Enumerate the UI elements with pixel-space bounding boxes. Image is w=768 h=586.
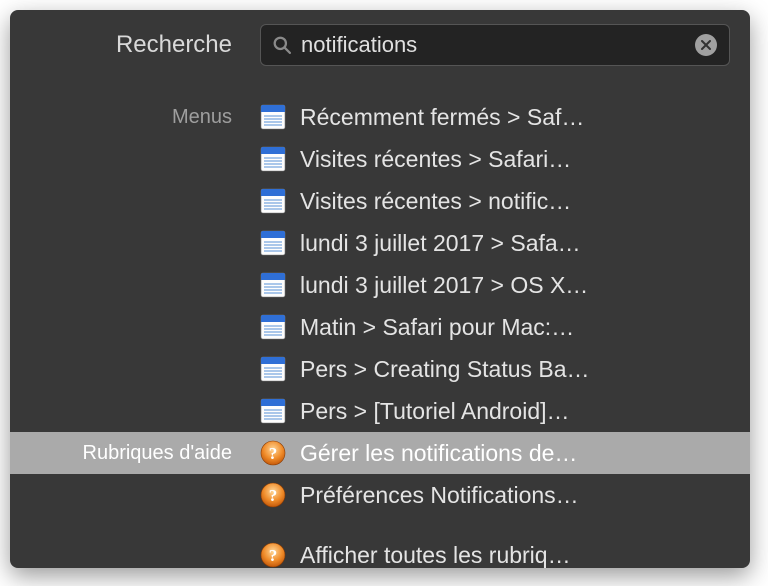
svg-text:?: ? bbox=[269, 546, 278, 565]
show-all-label: Afficher toutes les rubriq… bbox=[300, 542, 571, 569]
show-all-help-row[interactable]: ? Afficher toutes les rubriq… bbox=[10, 534, 750, 568]
bookmark-icon bbox=[260, 398, 286, 424]
search-input[interactable] bbox=[301, 32, 685, 58]
menu-result-label: lundi 3 juillet 2017 > OS X… bbox=[300, 272, 588, 299]
menu-result-label: Pers > Creating Status Ba… bbox=[300, 356, 590, 383]
bookmark-icon bbox=[260, 272, 286, 298]
help-result-row[interactable]: ? Préférences Notifications… bbox=[10, 474, 750, 516]
menu-result-row[interactable]: Menus Récemment fermés > Saf… bbox=[10, 96, 750, 138]
help-result-row[interactable]: Rubriques d'aide? Gérer les notifications… bbox=[10, 432, 750, 474]
menu-result-label: Récemment fermés > Saf… bbox=[300, 104, 584, 131]
menu-result-row[interactable]: Pers > Creating Status Ba… bbox=[10, 348, 750, 390]
svg-text:?: ? bbox=[269, 486, 278, 505]
menu-result-label: lundi 3 juillet 2017 > Safa… bbox=[300, 230, 581, 257]
menu-result-row[interactable]: Visites récentes > notific… bbox=[10, 180, 750, 222]
bookmark-icon bbox=[260, 230, 286, 256]
bookmark-icon bbox=[260, 188, 286, 214]
help-result-label: Préférences Notifications… bbox=[300, 482, 579, 509]
section-label-menus: Menus bbox=[172, 106, 232, 128]
clear-search-icon[interactable] bbox=[695, 34, 717, 56]
bookmark-icon bbox=[260, 104, 286, 130]
help-icon: ? bbox=[260, 542, 286, 568]
menu-result-row[interactable]: lundi 3 juillet 2017 > Safa… bbox=[10, 222, 750, 264]
help-result-label: Gérer les notifications de… bbox=[300, 440, 577, 467]
menu-result-label: Matin > Safari pour Mac:… bbox=[300, 314, 574, 341]
bookmark-icon bbox=[260, 314, 286, 340]
menu-result-label: Pers > [Tutoriel Android]… bbox=[300, 398, 570, 425]
menu-result-row[interactable]: lundi 3 juillet 2017 > OS X… bbox=[10, 264, 750, 306]
svg-text:?: ? bbox=[269, 444, 278, 463]
menu-result-row[interactable]: Pers > [Tutoriel Android]… bbox=[10, 390, 750, 432]
menu-result-label: Visites récentes > Safari… bbox=[300, 146, 571, 173]
search-label: Recherche bbox=[116, 31, 232, 58]
menu-result-row[interactable]: Matin > Safari pour Mac:… bbox=[10, 306, 750, 348]
bookmark-icon bbox=[260, 356, 286, 382]
menu-result-row[interactable]: Visites récentes > Safari… bbox=[10, 138, 750, 180]
menu-result-label: Visites récentes > notific… bbox=[300, 188, 571, 215]
search-row: Recherche bbox=[10, 10, 750, 80]
help-icon: ? bbox=[260, 482, 286, 508]
search-icon bbox=[273, 36, 291, 54]
help-icon: ? bbox=[260, 440, 286, 466]
bookmark-icon bbox=[260, 146, 286, 172]
section-label-help: Rubriques d'aide bbox=[83, 442, 232, 464]
search-field[interactable] bbox=[260, 24, 730, 66]
help-search-panel: Recherche Menus Récemment fermés > Saf… Vi… bbox=[10, 10, 750, 568]
